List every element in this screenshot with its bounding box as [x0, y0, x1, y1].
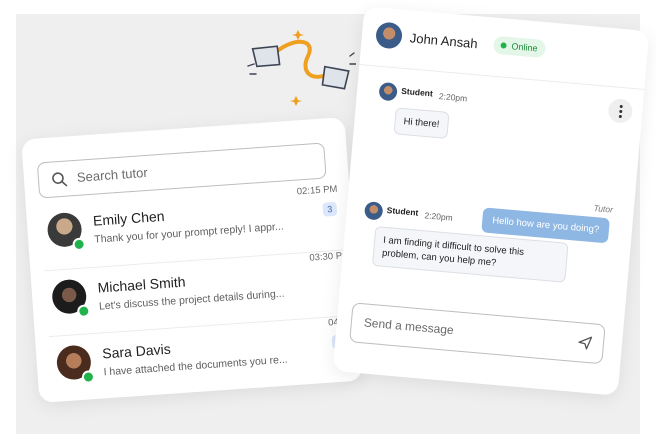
- chat-window-card: John Ansah Online Student 2:20pm Hi ther…: [332, 6, 650, 396]
- status-badge: Online: [492, 35, 547, 59]
- message-time: 2:20pm: [424, 210, 454, 223]
- message-time: 02:15 PM: [296, 183, 338, 198]
- contact-name: John Ansah: [409, 30, 479, 52]
- online-indicator: [72, 237, 87, 252]
- send-icon[interactable]: [576, 334, 593, 351]
- contact-name: Michael Smith: [97, 273, 186, 296]
- phone-cups-icon: [247, 30, 356, 106]
- message-time: 2:20pm: [438, 91, 468, 104]
- more-vertical-icon[interactable]: [607, 97, 634, 124]
- avatar: [374, 21, 404, 50]
- online-indicator: [81, 370, 96, 384]
- conversation-list-card: Search tutor Emily Chen Thank you for yo…: [21, 117, 363, 403]
- contact-name: Emily Chen: [92, 207, 166, 229]
- avatar: [378, 81, 398, 102]
- message-sender: Tutor: [593, 203, 614, 215]
- message-sender: Student: [386, 204, 419, 218]
- unread-badge: 3: [322, 201, 338, 217]
- message-placeholder: Send a message: [363, 315, 455, 338]
- contact-name: Sara Davis: [101, 340, 172, 362]
- search-placeholder: Search tutor: [76, 164, 149, 185]
- message-sender: Student: [400, 85, 434, 99]
- message-input[interactable]: Send a message: [349, 302, 606, 365]
- search-icon: [52, 172, 68, 187]
- online-indicator: [76, 304, 91, 319]
- message-bubble: Hi there!: [393, 107, 450, 139]
- avatar: [363, 201, 384, 221]
- message-time: 03:30 P: [309, 250, 343, 264]
